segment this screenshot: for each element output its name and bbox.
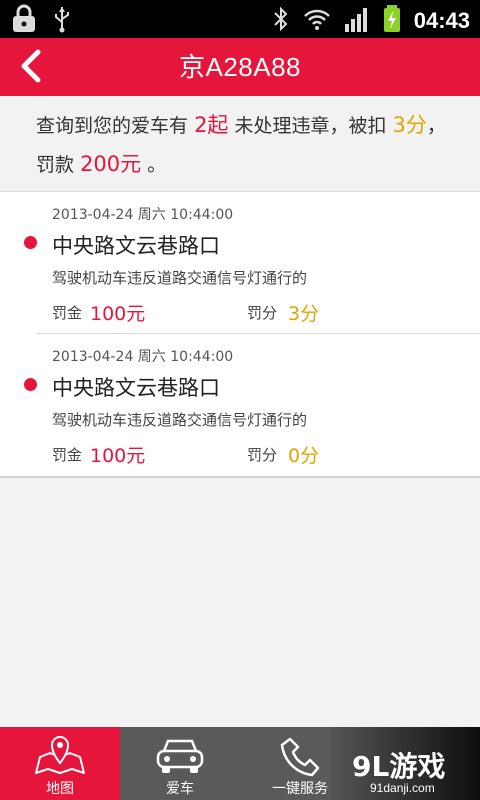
summary-points: 3分 — [392, 113, 427, 137]
summary-count: 2起 — [194, 113, 229, 137]
usb-icon — [52, 4, 72, 38]
violation-location: 中央路文云巷路口 — [52, 234, 220, 258]
fine-value: 100元 — [90, 445, 146, 467]
violation-list: 2013-04-24 周六 10:44:00 中央路文云巷路口 驾驶机动车违反道… — [0, 192, 480, 478]
points-label: 罚分 — [247, 446, 278, 464]
summary-comma: ， — [426, 115, 446, 137]
violation-description: 驾驶机动车违反道路交通信号灯通行的 — [52, 411, 308, 429]
tab-map[interactable]: 地图 — [0, 727, 120, 800]
fine-label: 罚金 — [52, 304, 83, 322]
signal-icon — [344, 4, 370, 38]
summary-line-1: 查询到您的爱车有 2起 未处理违章，被扣 3分， — [36, 109, 446, 139]
violation-datetime: 2013-04-24 周六 10:44:00 — [52, 349, 234, 365]
watermark-logo: 9L游戏 — [352, 750, 446, 783]
fine-label: 罚金 — [52, 446, 83, 464]
points-value: 3分 — [288, 303, 320, 325]
bluetooth-icon — [272, 4, 290, 38]
map-icon — [35, 736, 85, 774]
status-time: 04:43 — [413, 8, 470, 33]
tab-car[interactable]: 爱车 — [120, 727, 240, 800]
summary-middle: 未处理违章，被扣 — [234, 115, 387, 137]
status-bar: 04:43 — [0, 0, 480, 38]
violation-item[interactable]: 2013-04-24 周六 10:44:00 中央路文云巷路口 驾驶机动车违反道… — [0, 334, 480, 476]
violation-summary: 查询到您的爱车有 2起 未处理违章，被扣 3分， 罚款 200元 。 — [0, 96, 480, 192]
tab-map-label: 地图 — [46, 781, 74, 797]
bullet-dot-icon — [24, 236, 37, 249]
phone-icon — [280, 737, 320, 777]
tab-car-label: 爱车 — [166, 781, 194, 797]
points-value: 0分 — [288, 445, 320, 467]
watermark: 9L游戏 91danji.com — [330, 727, 480, 800]
fine-value: 100元 — [90, 303, 146, 325]
violation-datetime: 2013-04-24 周六 10:44:00 — [52, 207, 234, 223]
summary-period: 。 — [147, 154, 167, 176]
title-bar: 京A28A88 — [0, 38, 480, 96]
watermark-site: 91danji.com — [370, 781, 435, 795]
lock-icon — [10, 4, 40, 38]
battery-charging-icon — [382, 4, 402, 38]
violation-item[interactable]: 2013-04-24 周六 10:44:00 中央路文云巷路口 驾驶机动车违反道… — [0, 192, 480, 334]
summary-prefix: 查询到您的爱车有 — [36, 115, 189, 137]
violation-location: 中央路文云巷路口 — [52, 376, 220, 400]
violation-description: 驾驶机动车违反道路交通信号灯通行的 — [52, 269, 308, 287]
summary-line-2: 罚款 200元 。 — [36, 148, 166, 178]
wifi-icon — [302, 4, 332, 38]
car-icon — [156, 739, 204, 773]
points-label: 罚分 — [247, 304, 278, 322]
summary-fine-prefix: 罚款 — [36, 154, 75, 176]
summary-fine: 200元 — [80, 152, 142, 176]
bullet-dot-icon — [24, 378, 37, 391]
page-title: 京A28A88 — [178, 52, 302, 82]
